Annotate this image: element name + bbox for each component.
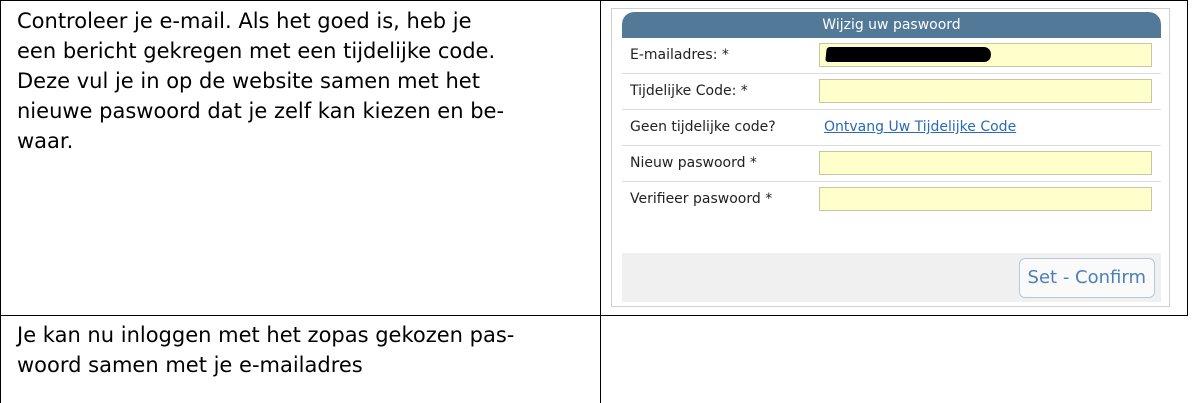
step1-line: Controleer je e-mail. Als het goed is, h… bbox=[17, 9, 472, 33]
verify-password-row: Verifieer paswoord * bbox=[622, 182, 1161, 217]
email-row: E-mailadres: * bbox=[622, 38, 1161, 74]
set-confirm-button[interactable]: Set - Confirm bbox=[1018, 258, 1155, 298]
change-password-panel: Wijzig uw paswoord E-mailadres: * Tijdel… bbox=[622, 12, 1161, 302]
table-row-divider bbox=[0, 315, 1188, 316]
step2-line: woord samen met je e-mailadres bbox=[17, 353, 363, 377]
panel-title: Wijzig uw paswoord bbox=[622, 12, 1161, 38]
temp-code-field[interactable] bbox=[819, 79, 1152, 103]
verify-password-label: Verifieer paswoord * bbox=[630, 191, 773, 207]
table-border-right bbox=[1187, 0, 1188, 316]
step1-line: nieuwe paswoord dat je zelf kan kiezen e… bbox=[17, 99, 505, 123]
form-screenshot: Wijzig uw paswoord E-mailadres: * Tijdel… bbox=[611, 8, 1170, 307]
table-border-top bbox=[0, 0, 1188, 1]
step1-line: Deze vul je in op de website samen met h… bbox=[17, 69, 480, 93]
verify-password-field[interactable] bbox=[819, 187, 1152, 211]
temp-code-label: Tijdelijke Code: * bbox=[630, 83, 748, 99]
step1-line: waar. bbox=[17, 129, 74, 153]
email-label: E-mailadres: * bbox=[630, 47, 729, 63]
new-password-row: Nieuw paswoord * bbox=[622, 146, 1161, 182]
no-code-label: Geen tijdelijke code? bbox=[630, 119, 776, 135]
new-password-field[interactable] bbox=[819, 151, 1152, 175]
form-body: E-mailadres: * Tijdelijke Code: * Geen t… bbox=[622, 38, 1161, 253]
no-code-row: Geen tijdelijke code? Ontvang Uw Tijdeli… bbox=[622, 110, 1161, 146]
table-border-left bbox=[0, 0, 1, 403]
receive-code-link[interactable]: Ontvang Uw Tijdelijke Code bbox=[824, 110, 1016, 145]
redaction-mark bbox=[825, 47, 992, 62]
step1-line: een bericht gekregen met een tijdelijke … bbox=[17, 39, 496, 63]
step2-line: Je kan nu inloggen met het zopas gekozen… bbox=[17, 323, 515, 347]
new-password-label: Nieuw paswoord * bbox=[630, 155, 757, 171]
step2-instructions: Je kan nu inloggen met het zopas gekozen… bbox=[17, 320, 514, 380]
table-column-divider bbox=[600, 0, 601, 403]
step1-instructions: Controleer je e-mail. Als het goed is, h… bbox=[17, 6, 504, 156]
email-field[interactable] bbox=[819, 43, 1152, 67]
temp-code-row: Tijdelijke Code: * bbox=[622, 74, 1161, 110]
